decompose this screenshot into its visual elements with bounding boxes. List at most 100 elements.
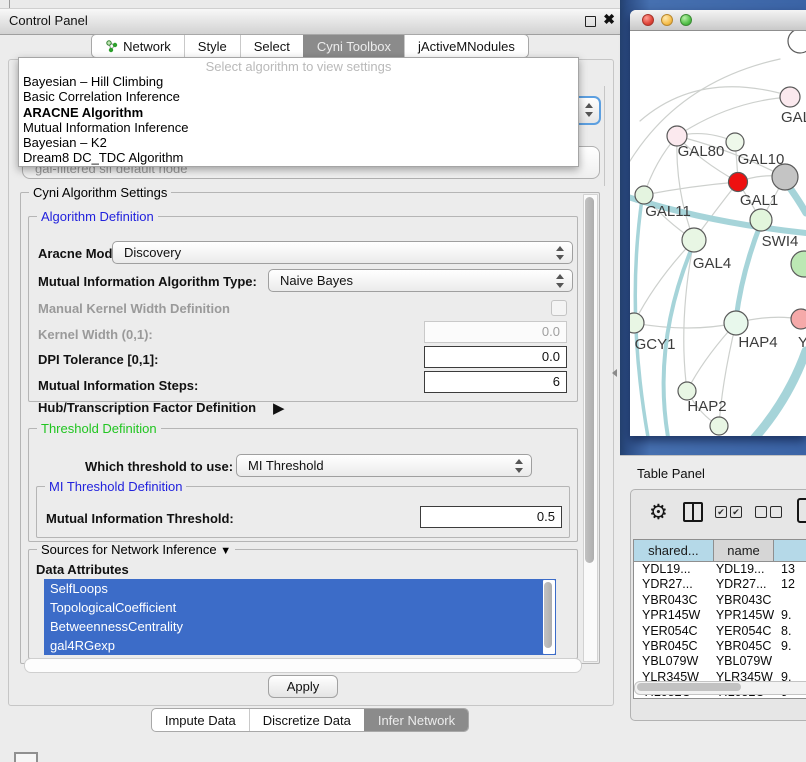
network-node-gal11[interactable]	[635, 186, 653, 204]
network-node-label: GAL80	[678, 143, 725, 160]
algorithm-option[interactable]: Mutual Information Inference	[19, 120, 578, 135]
top-strip	[0, 0, 620, 8]
network-edge[interactable]	[752, 351, 806, 436]
algorithm-option[interactable]: Bayesian – K2	[19, 135, 578, 150]
network-node[interactable]	[772, 164, 798, 190]
settings-vscroll-thumb[interactable]	[585, 197, 594, 563]
gear-icon[interactable]: ⚙	[649, 500, 668, 525]
algorithm-option[interactable]: Bayesian – Hill Climbing	[19, 74, 578, 89]
tab-infer-network[interactable]: Infer Network	[364, 709, 468, 731]
network-node-gal1[interactable]	[729, 173, 748, 192]
network-edge[interactable]	[644, 182, 738, 195]
network-window-titlebar[interactable]	[630, 10, 806, 31]
combo-stepper-icon	[555, 274, 564, 288]
algorithm-option[interactable]: Dream8 DC_TDC Algorithm	[19, 150, 578, 165]
network-edge[interactable]	[634, 323, 736, 328]
minimize-traffic-light-icon[interactable]	[661, 14, 673, 26]
mi-type-label: Mutual Information Algorithm Type:	[38, 274, 257, 289]
network-node[interactable]	[788, 31, 806, 53]
settings-horizontal-scrollbar[interactable]	[24, 658, 582, 673]
which-threshold-combo[interactable]: MI Threshold	[236, 454, 532, 477]
column-header[interactable]	[774, 540, 806, 561]
network-node-gal[interactable]	[780, 87, 800, 107]
hub-collapse-arrow-icon[interactable]: ▶	[273, 399, 285, 417]
panel-divider-handle[interactable]	[612, 369, 617, 377]
mi-type-combo[interactable]: Naive Bayes	[268, 269, 573, 292]
algorithm-option[interactable]: ARACNE Algorithm	[19, 105, 578, 120]
tab-label: Select	[254, 39, 290, 54]
inference-algorithm-combo-fragment[interactable]	[577, 96, 601, 125]
network-view-canvas[interactable]: GALGAL80GAL10GAL1GAL11SWI4GAL4GCY1HAP4YH…	[630, 31, 806, 436]
algorithm-option[interactable]: Basic Correlation Inference	[19, 89, 578, 104]
table-row[interactable]: YER054CYER054C8.	[634, 624, 806, 639]
app-root: Control Panel ✖ NetworkStyleSelectCyni T…	[0, 0, 806, 762]
sources-title[interactable]: Sources for Network Inference ▼	[37, 542, 235, 557]
mi-threshold-title: MI Threshold Definition	[45, 479, 186, 494]
table-cell: YPR145W	[634, 608, 714, 623]
algorithm-dropdown-placeholder: Select algorithm to view settings	[19, 58, 578, 74]
aracne-mode-combo[interactable]: Discovery	[112, 241, 573, 264]
attr-list-scrollbar[interactable]	[543, 580, 555, 654]
data-attribute-item[interactable]: BetweennessCentrality	[44, 617, 556, 636]
tab-style[interactable]: Style	[184, 35, 240, 57]
network-node-y[interactable]	[791, 309, 806, 329]
data-attribute-item[interactable]: SelfLoops	[44, 579, 556, 598]
network-edge[interactable]	[677, 97, 790, 136]
checked-checkbox-icon[interactable]: ✔	[715, 506, 727, 518]
table-cell: 9.	[774, 639, 806, 654]
which-threshold-value: MI Threshold	[248, 458, 324, 473]
dpi-tolerance-field[interactable]: 0.0	[424, 346, 567, 368]
zoom-traffic-light-icon[interactable]	[680, 14, 692, 26]
tab-select[interactable]: Select	[240, 35, 303, 57]
unchecked-checkbox-icon[interactable]	[755, 506, 767, 518]
network-node[interactable]	[710, 417, 728, 435]
close-icon[interactable]: ✖	[603, 11, 615, 28]
network-edge[interactable]	[736, 223, 761, 319]
tab-discretize-data[interactable]: Discretize Data	[249, 709, 364, 731]
apply-button[interactable]: Apply	[268, 675, 338, 698]
table-horizontal-scrollbar[interactable]	[634, 681, 806, 695]
table-row[interactable]: YDL19...YDL19...13	[634, 562, 806, 577]
split-columns-icon[interactable]	[683, 502, 703, 522]
attribute-browser-panel: ⚙ ✔ ✔ shared...name YDL19...YDL19...13YD…	[630, 489, 806, 721]
data-attributes-label: Data Attributes	[36, 562, 129, 577]
network-node-swi4[interactable]	[750, 209, 772, 231]
tab-network[interactable]: Network	[92, 35, 184, 57]
network-node-gcy1[interactable]	[630, 313, 644, 333]
unchecked-checkbox-icon[interactable]	[770, 506, 782, 518]
float-window-icon[interactable]	[585, 16, 596, 27]
table-row[interactable]: YDR27...YDR27...12	[634, 577, 806, 592]
attr-list-scroll-thumb[interactable]	[544, 582, 552, 648]
document-icon[interactable]	[797, 498, 806, 523]
network-node[interactable]	[791, 251, 806, 277]
network-node-hap4[interactable]	[724, 311, 748, 335]
kernel-width-field[interactable]: 0.0	[424, 321, 567, 343]
tab-jactivemnodules[interactable]: jActiveMNodules	[404, 35, 528, 57]
tab-cyni-toolbox[interactable]: Cyni Toolbox	[303, 35, 404, 57]
network-node-gal10[interactable]	[726, 133, 744, 151]
table-row[interactable]: YPR145WYPR145W9.	[634, 608, 806, 623]
table-row[interactable]: YBR045CYBR045C9.	[634, 639, 806, 654]
table-cell: YER054C	[634, 624, 714, 639]
table-row[interactable]: YBL079WYBL079W	[634, 654, 806, 669]
data-attributes-list[interactable]: SelfLoopsTopologicalCoefficientBetweenne…	[44, 579, 556, 655]
table-hscroll-thumb[interactable]	[637, 683, 741, 691]
network-node-gal4[interactable]	[682, 228, 706, 252]
column-header[interactable]: name	[714, 540, 775, 561]
manual-kernel-checkbox[interactable]	[551, 300, 567, 316]
table-cell: YBL079W	[634, 654, 714, 669]
network-node-label: GCY1	[635, 336, 676, 353]
bottom-corner-widget[interactable]	[14, 752, 38, 762]
checked-checkbox-icon[interactable]: ✔	[730, 506, 742, 518]
table-row[interactable]: YBR043CYBR043C	[634, 593, 806, 608]
data-attribute-item[interactable]: TopologicalCoefficient	[44, 598, 556, 617]
mi-threshold-field[interactable]: 0.5	[420, 506, 562, 528]
mi-steps-field[interactable]: 6	[424, 371, 567, 393]
settings-vertical-scrollbar[interactable]	[583, 194, 598, 662]
data-attribute-item[interactable]: gal4RGexp	[44, 636, 556, 655]
tab-impute-data[interactable]: Impute Data	[152, 709, 249, 731]
hub-definition-label[interactable]: Hub/Transcription Factor Definition	[38, 400, 256, 415]
sources-expand-arrow-icon[interactable]: ▼	[220, 545, 231, 557]
close-traffic-light-icon[interactable]	[642, 14, 654, 26]
column-header[interactable]: shared...	[634, 540, 714, 561]
